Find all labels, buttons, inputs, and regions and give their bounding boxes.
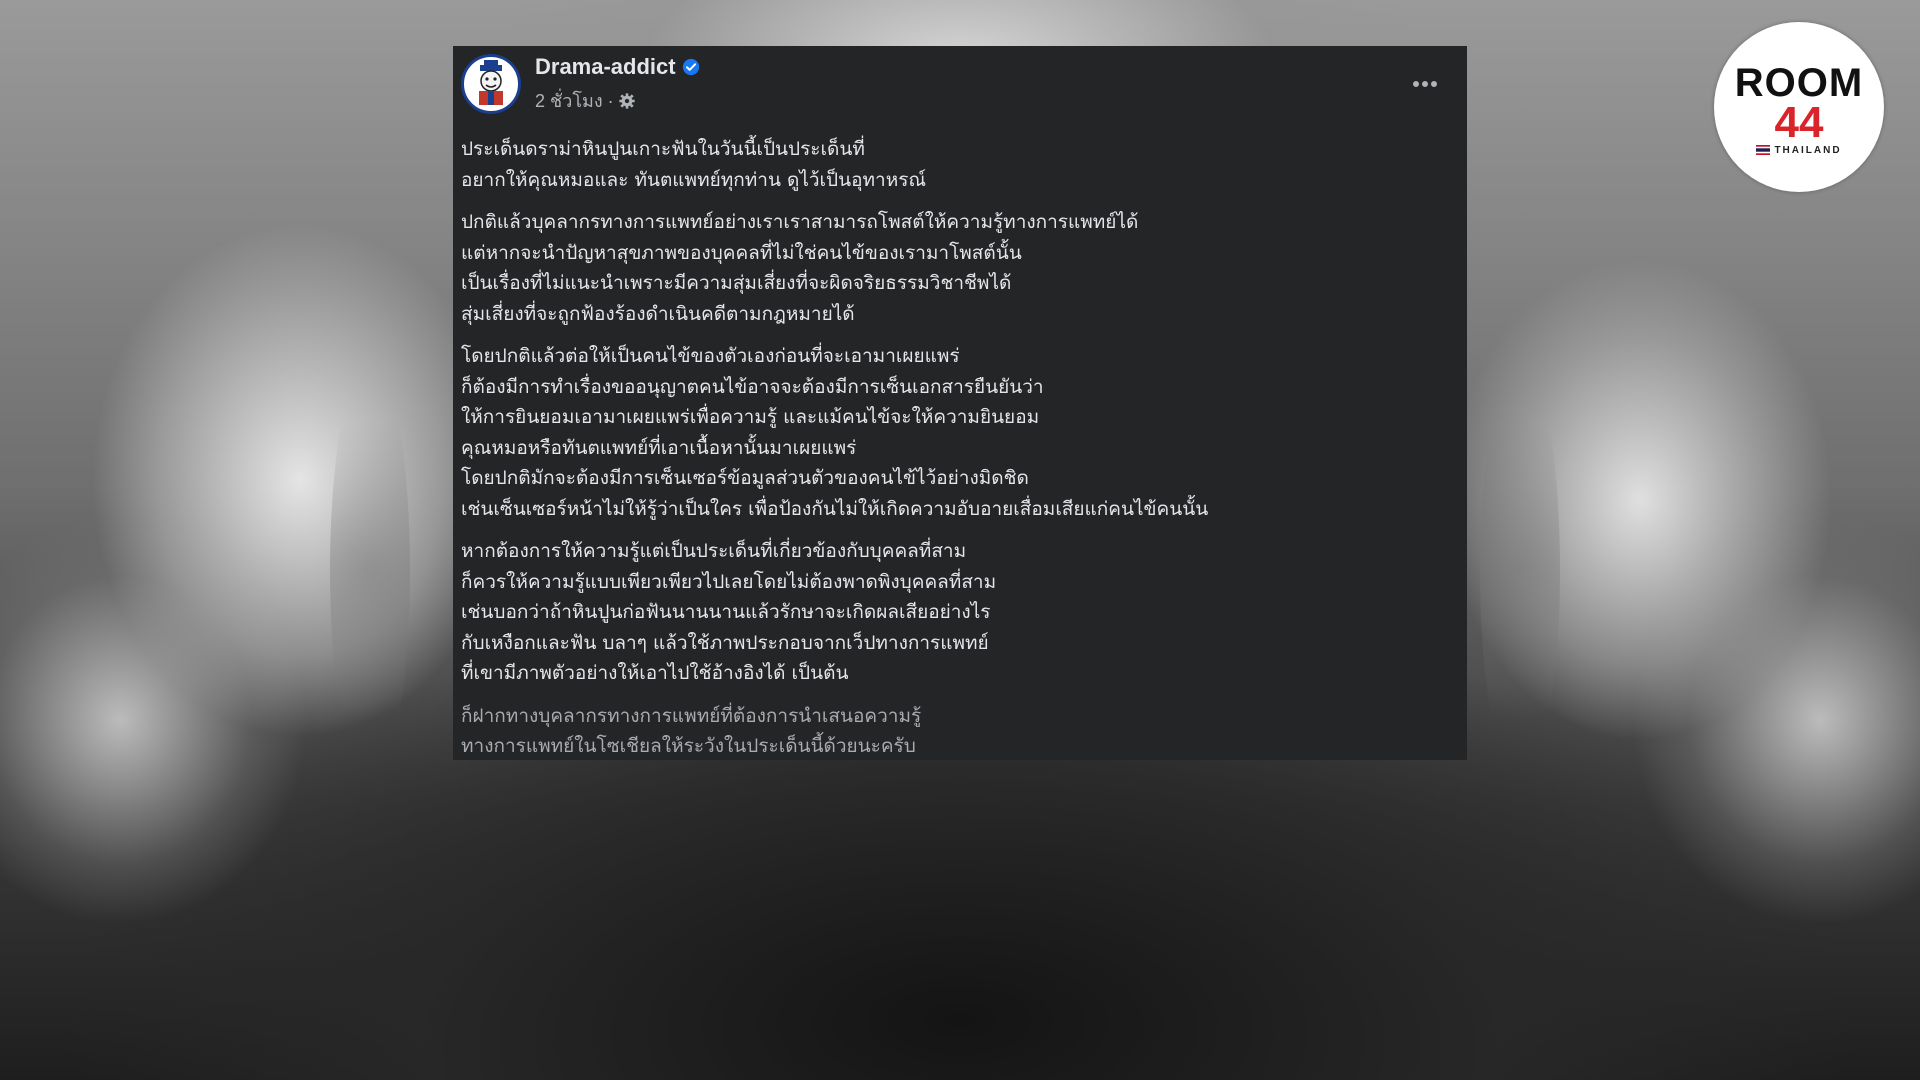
post-text-line: ปกติแล้วบุคลากรทางการแพทย์อย่างเราเราสาม…	[461, 211, 1139, 233]
author-block: Drama-addict 2 ชั่วโมง ·	[535, 54, 700, 115]
gum-shadow-left	[330, 360, 410, 780]
logo-number-text: 44	[1774, 97, 1824, 147]
post-text-line: ให้การยินยอมเอามาเผยแพร่เพื่อความรู้ และ…	[461, 406, 1040, 428]
post-text-line: เช่นบอกว่าถ้าหินปูนก่อฟันนานนานแล้วรักษา…	[461, 601, 991, 623]
author-row: Drama-addict	[535, 54, 700, 80]
logo-country-text: THAILAND	[1774, 144, 1842, 156]
post-header: Drama-addict 2 ชั่วโมง ·	[461, 52, 1459, 122]
post-text-line: ทางการแพทย์ในโซเชียลให้ระวังในประเด็นนี้…	[461, 735, 916, 757]
post-text-line: แต่หากจะนำปัญหาสุขภาพของบุคคลที่ไม่ใช่คน…	[461, 241, 1022, 264]
post-text-line: สุ่มเสี่ยงที่จะถูกฟ้องร้องดำเนินคดีตามกฎ…	[461, 302, 855, 325]
post-paragraph: โดยปกติแล้วต่อให้เป็นคนไข้ของตัวเองก่อนท…	[461, 341, 1459, 524]
post-paragraph: ประเด็นดราม่าหินปูนเกาะฟันในวันนี้เป็นปร…	[461, 134, 1459, 195]
thai-flag-icon	[1756, 145, 1771, 155]
facebook-post-card: Drama-addict 2 ชั่วโมง · ประเด็นดราม่าหิ…	[453, 46, 1467, 760]
post-body: ประเด็นดราม่าหินปูนเกาะฟันในวันนี้เป็นปร…	[461, 134, 1459, 762]
post-text-line: โดยปกติมักจะต้องมีการเซ็นเซอร์ข้อมูลส่วน…	[461, 467, 1029, 489]
post-text-line: ก็ฝากทางบุคลากรทางการแพทย์ที่ต้องการนำเส…	[461, 704, 922, 727]
post-paragraph: หากต้องการให้ความรู้แต่เป็นประเด็นที่เกี…	[461, 536, 1459, 689]
post-timestamp[interactable]: 2 ชั่วโมง ·	[535, 86, 614, 115]
avatar-cartoon-icon	[466, 59, 516, 109]
post-text-line: ประเด็นดราม่าหินปูนเกาะฟันในวันนี้เป็นปร…	[461, 138, 865, 160]
post-paragraph: ก็ฝากทางบุคลากรทางการแพทย์ที่ต้องการนำเส…	[461, 701, 1459, 762]
post-meta: 2 ชั่วโมง ·	[535, 86, 700, 115]
post-text-line: อยากให้คุณหมอและ ทันตแพทย์ทุกท่าน ดูไว้เ…	[461, 168, 927, 191]
post-text-line: หากต้องการให้ความรู้แต่เป็นประเด็นที่เกี…	[461, 540, 967, 562]
gear-icon[interactable]	[618, 92, 636, 110]
post-text-line: โดยปกติแล้วต่อให้เป็นคนไข้ของตัวเองก่อนท…	[461, 345, 960, 367]
room44-logo: ROOM 44 THAILAND	[1714, 22, 1884, 192]
more-options-button[interactable]	[1407, 72, 1443, 96]
gum-shadow-right	[1480, 360, 1560, 780]
post-text-line: กับเหงือกและฟัน บลาๆ แล้วใช้ภาพประกอบจาก…	[461, 631, 989, 654]
verified-badge-icon	[682, 58, 699, 76]
post-text-line: ก็ควรให้ความรู้แบบเพียวเพียวไปเลยโดยไม่ต…	[461, 570, 997, 593]
post-text-line: ก็ต้องมีการทำเรื่องขออนุญาตคนไข้อาจจะต้อ…	[461, 375, 1044, 398]
avatar[interactable]	[461, 54, 521, 114]
post-text-line: เป็นเรื่องที่ไม่แนะนำเพราะมีความสุ่มเสี่…	[461, 272, 1012, 294]
more-options-icon	[1413, 81, 1437, 87]
logo-country-row: THAILAND	[1756, 145, 1841, 156]
post-text-line: คุณหมอหรือทันตแพทย์ที่เอาเนื้อหานั้นมาเผ…	[461, 436, 857, 459]
author-name[interactable]: Drama-addict	[535, 54, 676, 80]
post-paragraph: ปกติแล้วบุคลากรทางการแพทย์อย่างเราเราสาม…	[461, 207, 1459, 329]
post-text-line: ที่เขามีภาพตัวอย่างให้เอาไปใช้อ้างอิงได้…	[461, 662, 849, 684]
post-text-line: เช่นเซ็นเซอร์หน้าไม่ให้รู้ว่าเป็นใคร เพื…	[461, 497, 1209, 520]
logo-room-text: ROOM	[1734, 60, 1864, 105]
